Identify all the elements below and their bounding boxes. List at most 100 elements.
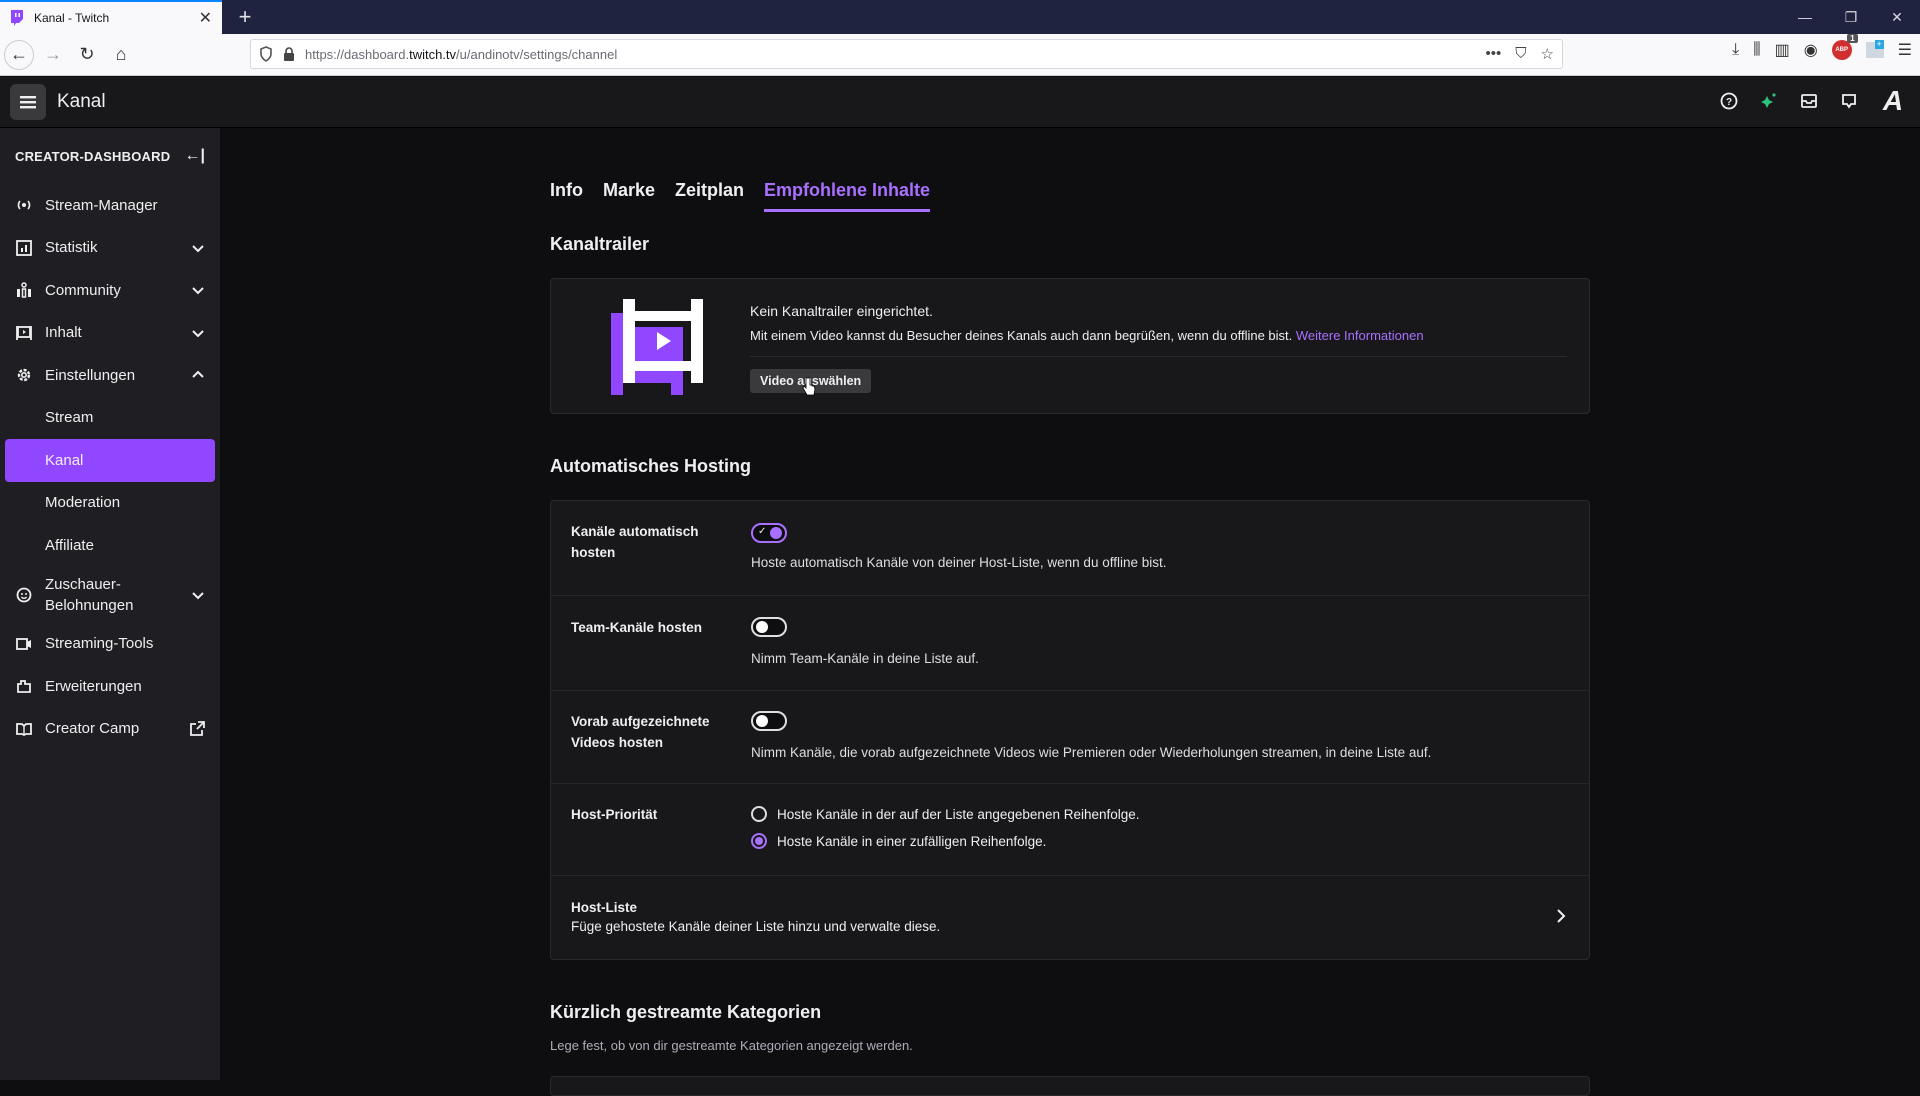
mouse-cursor-icon: [802, 377, 816, 396]
url-prefix: https://dashboard.: [305, 46, 410, 62]
radio-button[interactable]: [751, 833, 767, 849]
sidebar-item-streaming-tools[interactable]: Streaming-Tools: [0, 623, 220, 666]
user-avatar[interactable]: A: [1878, 85, 1908, 117]
tab-zeitplan[interactable]: Zeitplan: [675, 180, 744, 212]
inbox-icon[interactable]: [1798, 90, 1820, 112]
browser-tab[interactable]: Kanal - Twitch ✕: [0, 0, 222, 34]
forward-button[interactable]: →: [38, 40, 68, 70]
chevron-down-icon[interactable]: [191, 588, 205, 602]
analytics-icon: [15, 239, 33, 257]
sidebar-item-label: Moderation: [45, 494, 121, 512]
setting-row-team-host: Team-Kanäle hosten Nimm Team-Kanäle in d…: [551, 596, 1589, 691]
sidebar-item-einstellungen[interactable]: Einstellungen: [0, 354, 220, 397]
chevron-up-icon[interactable]: [191, 368, 205, 382]
host-list-description: Füge gehostete Kanäle deiner Liste hinzu…: [571, 919, 941, 934]
radio-button[interactable]: [751, 806, 767, 822]
setting-label: Vorab aufgezeichnete Videos hosten: [571, 714, 710, 750]
main-content: Info Marke Zeitplan Empfohlene Inhalte K…: [220, 128, 1920, 1096]
host-list-link[interactable]: Host-Liste Füge gehostete Kanäle deiner …: [551, 876, 1589, 960]
lock-icon[interactable]: [283, 47, 295, 61]
sidebar-header: CREATOR-DASHBOARD: [15, 148, 171, 164]
community-icon: [15, 281, 33, 299]
gear-icon: [15, 366, 33, 384]
tracking-shield-icon[interactable]: [259, 46, 273, 62]
radio-label: Hoste Kanäle in der auf der Liste angege…: [777, 806, 1140, 822]
adblock-icon[interactable]: ABP 1: [1831, 34, 1858, 60]
priority-option-random[interactable]: Hoste Kanäle in einer zufälligen Reihenf…: [751, 833, 1140, 849]
chevron-down-icon[interactable]: [191, 326, 205, 340]
new-tab-button[interactable]: +: [232, 4, 258, 30]
close-tab-icon[interactable]: ✕: [199, 8, 212, 28]
vod-host-toggle[interactable]: [751, 711, 787, 731]
setting-row-host-priority: Host-Priorität Hoste Kanäle in der auf d…: [551, 784, 1589, 876]
puzzle-icon: [15, 677, 33, 695]
sidebar-item-moderation[interactable]: Moderation: [0, 482, 220, 525]
trailer-section-title: Kanaltrailer: [550, 234, 650, 254]
whispers-icon[interactable]: [1838, 90, 1860, 112]
sidebar-item-kanal[interactable]: Kanal: [5, 439, 215, 482]
sidebar-item-label: Einstellungen: [45, 366, 136, 384]
extension-icon[interactable]: [1865, 40, 1884, 58]
auto-host-toggle[interactable]: ✓: [751, 523, 787, 543]
tab-marke[interactable]: Marke: [603, 180, 655, 212]
trailer-card: Kein Kanaltrailer eingerichtet. Mit eine…: [550, 278, 1590, 414]
categories-section-title: Kürzlich gestreamte Kategorien: [550, 1002, 822, 1022]
setting-label: Kanäle automatisch hosten: [571, 524, 699, 560]
url-path: /u/andinotv/settings/channel: [456, 46, 618, 62]
sidebar-item-statistik[interactable]: Statistik: [0, 227, 220, 270]
sidebar-item-stream-manager[interactable]: Stream-Manager: [0, 184, 220, 227]
chevron-down-icon[interactable]: [191, 283, 205, 297]
tab-empfohlene-inhalte[interactable]: Empfohlene Inhalte: [764, 180, 931, 212]
downloads-icon[interactable]: ⤓: [1732, 41, 1739, 59]
sidebar-item-label: Affiliate: [45, 536, 94, 554]
window-controls: — ❐ ✕: [1782, 0, 1920, 34]
app-menu-icon[interactable]: ☰: [1898, 40, 1912, 60]
pocket-icon[interactable]: ⛉: [1515, 45, 1526, 63]
external-link-icon[interactable]: [189, 720, 205, 737]
chevron-down-icon[interactable]: [191, 241, 205, 255]
sidebar-toggle-icon[interactable]: ▥: [1775, 40, 1790, 60]
restore-icon[interactable]: ❐: [1828, 0, 1874, 34]
sidebar-item-label: Erweiterungen: [45, 677, 142, 695]
sidebar-item-zuschauer-belohnungen[interactable]: Zuschauer- Belohnungen: [0, 567, 220, 623]
page-actions-icon[interactable]: •••: [1486, 45, 1502, 63]
sidebar-item-affiliate[interactable]: Affiliate: [0, 524, 220, 567]
radio-label: Hoste Kanäle in einer zufälligen Reihenf…: [777, 833, 1047, 849]
bookmark-star-icon[interactable]: ☆: [1541, 45, 1554, 63]
reload-button[interactable]: ↻: [72, 40, 102, 70]
browser-navbar: ← → ↻ ⌂ https://dashboard.twitch.tv/u/an…: [0, 34, 1920, 76]
setting-label: Host-Priorität: [571, 807, 658, 822]
adblock-label: ABP: [1835, 47, 1848, 53]
setting-row-auto-host: Kanäle automatisch hosten ✓ Hoste automa…: [551, 501, 1589, 596]
content-icon: [15, 324, 33, 342]
sidebar-item-inhalt[interactable]: Inhalt: [0, 312, 220, 355]
home-button[interactable]: ⌂: [106, 40, 136, 70]
collapse-sidebar-icon[interactable]: ←|: [185, 147, 205, 165]
hosting-section-title: Automatisches Hosting: [550, 456, 752, 476]
menu-button[interactable]: [10, 84, 46, 120]
sparkle-icon[interactable]: [1758, 90, 1780, 112]
creator-sidebar: CREATOR-DASHBOARD ←| Stream-Manager Stat…: [0, 128, 220, 1080]
url-bar[interactable]: https://dashboard.twitch.tv/u/andinotv/s…: [250, 39, 1563, 69]
library-icon[interactable]: ⫼: [1753, 41, 1760, 59]
sidebar-item-label: Statistik: [45, 239, 98, 257]
sidebar-item-erweiterungen[interactable]: Erweiterungen: [0, 665, 220, 708]
categories-card: [550, 1076, 1590, 1096]
priority-option-list-order[interactable]: Hoste Kanäle in der auf der Liste angege…: [751, 806, 1140, 822]
url-text[interactable]: https://dashboard.twitch.tv/u/andinotv/s…: [305, 47, 1486, 62]
help-icon[interactable]: ?: [1718, 90, 1740, 112]
account-icon[interactable]: ◉: [1804, 40, 1818, 60]
tab-info[interactable]: Info: [550, 180, 583, 212]
sidebar-item-community[interactable]: Community: [0, 269, 220, 312]
smiley-icon: [15, 586, 33, 604]
sidebar-item-creator-camp[interactable]: Creator Camp: [0, 708, 220, 751]
minimize-icon[interactable]: —: [1782, 0, 1828, 34]
learn-more-link[interactable]: Weitere Informationen: [1296, 328, 1424, 343]
adblock-badge: 1: [1847, 34, 1858, 43]
close-window-icon[interactable]: ✕: [1874, 0, 1920, 34]
browser-tab-title: Kanal - Twitch: [34, 11, 110, 25]
sidebar-item-stream[interactable]: Stream: [0, 397, 220, 440]
hosting-card: Kanäle automatisch hosten ✓ Hoste automa…: [550, 500, 1590, 960]
back-button[interactable]: ←: [4, 39, 34, 70]
team-host-toggle[interactable]: [751, 617, 787, 637]
